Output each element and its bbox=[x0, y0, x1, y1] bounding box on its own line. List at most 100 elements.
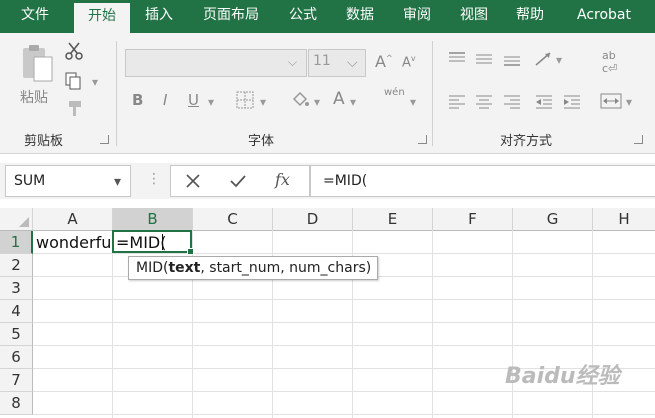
font-name-dropdown-icon[interactable]: ⌵ bbox=[288, 55, 297, 70]
tab-help[interactable]: 帮助 bbox=[507, 0, 553, 33]
row-header-1[interactable]: 1 bbox=[0, 231, 33, 254]
top-align-icon[interactable] bbox=[447, 51, 467, 67]
row-header-6[interactable]: 6 bbox=[0, 346, 33, 369]
tab-insert[interactable]: 插入 bbox=[136, 0, 182, 33]
phonetic-guide-icon[interactable]: wén bbox=[384, 87, 405, 98]
increase-font-icon[interactable]: A^ bbox=[375, 52, 393, 71]
cancel-icon[interactable] bbox=[185, 173, 201, 189]
column-header-h[interactable]: H bbox=[593, 208, 655, 231]
select-all-icon bbox=[19, 217, 29, 227]
formula-input[interactable]: =MID( bbox=[310, 165, 655, 197]
phonetic-dropdown-icon[interactable]: ▾ bbox=[410, 95, 416, 109]
orientation-dropdown-icon[interactable]: ▾ bbox=[556, 53, 562, 67]
name-box[interactable]: SUM ▾ bbox=[5, 165, 131, 197]
font-size-box[interactable]: 11 ⌵ bbox=[308, 49, 366, 77]
paste-label: 粘贴 bbox=[20, 90, 48, 106]
merge-dropdown-icon[interactable]: ▾ bbox=[626, 95, 632, 109]
font-color-icon[interactable]: A bbox=[333, 89, 345, 109]
fill-color-icon[interactable] bbox=[290, 90, 310, 110]
select-all-corner[interactable] bbox=[0, 208, 33, 231]
column-header-g[interactable]: G bbox=[513, 208, 593, 231]
row-header-4[interactable]: 4 bbox=[0, 300, 33, 323]
bold-icon[interactable]: B bbox=[132, 91, 143, 109]
group-divider bbox=[116, 41, 117, 146]
name-box-value: SUM bbox=[14, 173, 46, 189]
tooltip-func-name: MID( bbox=[136, 260, 169, 276]
tab-page-layout[interactable]: 页面布局 bbox=[192, 0, 270, 33]
font-group-label: 字体 bbox=[248, 134, 275, 149]
alignment-launcher-icon[interactable] bbox=[634, 135, 643, 144]
cut-icon[interactable] bbox=[64, 41, 84, 61]
orientation-icon[interactable] bbox=[533, 50, 555, 68]
row-header-2[interactable]: 2 bbox=[0, 254, 33, 277]
column-header-d[interactable]: D bbox=[273, 208, 353, 231]
gridline bbox=[33, 299, 655, 300]
cell-a1[interactable]: wonderful bbox=[36, 233, 116, 252]
bottom-align-icon[interactable] bbox=[502, 51, 522, 67]
tab-review[interactable]: 审阅 bbox=[394, 0, 440, 33]
ribbon: 粘贴 ▾ 剪贴板 ⌵ 11 ⌵ A^ Av B I U ▾ ▾ ▾ A ▾ wé… bbox=[0, 33, 655, 154]
wrap-text-icon[interactable]: ab c⏎ bbox=[602, 49, 617, 75]
borders-icon[interactable] bbox=[236, 91, 254, 109]
gridline bbox=[33, 391, 655, 392]
font-launcher-icon[interactable] bbox=[418, 135, 427, 144]
align-right-icon[interactable] bbox=[502, 93, 522, 109]
clipboard-launcher-icon[interactable] bbox=[100, 135, 109, 144]
underline-dropdown-icon[interactable]: ▾ bbox=[208, 95, 214, 109]
align-center-icon[interactable] bbox=[474, 93, 494, 109]
formula-bar-area: SUM ▾ ⋮ fx =MID( bbox=[0, 163, 655, 199]
middle-align-icon[interactable] bbox=[474, 51, 494, 67]
copy-icon[interactable] bbox=[64, 71, 86, 91]
enter-icon[interactable] bbox=[229, 173, 247, 189]
gridline bbox=[33, 414, 655, 415]
font-size-dropdown-icon[interactable]: ⌵ bbox=[347, 55, 358, 71]
column-header-a[interactable]: A bbox=[33, 208, 113, 231]
borders-dropdown-icon[interactable]: ▾ bbox=[260, 95, 266, 109]
gridline bbox=[112, 230, 113, 418]
column-header-f[interactable]: F bbox=[433, 208, 513, 231]
tooltip-current-arg[interactable]: text bbox=[168, 260, 200, 276]
align-left-icon[interactable] bbox=[447, 93, 467, 109]
text-cursor bbox=[162, 234, 163, 250]
name-box-dropdown-icon[interactable]: ▾ bbox=[114, 174, 121, 190]
column-header-e[interactable]: E bbox=[353, 208, 433, 231]
tab-file[interactable]: 文件 bbox=[6, 0, 64, 33]
row-header-8[interactable]: 8 bbox=[0, 392, 33, 415]
tab-home[interactable]: 开始 bbox=[74, 3, 130, 33]
tab-data[interactable]: 数据 bbox=[336, 0, 384, 33]
insert-function-icon[interactable]: fx bbox=[275, 170, 290, 189]
copy-dropdown-icon[interactable]: ▾ bbox=[92, 75, 98, 89]
cell-b1-active[interactable]: =MID( bbox=[112, 230, 194, 255]
merge-center-icon[interactable] bbox=[600, 92, 622, 110]
column-header-b[interactable]: B bbox=[113, 208, 193, 232]
paste-button[interactable]: 粘贴 bbox=[18, 41, 58, 111]
gridline bbox=[33, 322, 655, 323]
font-name-box[interactable]: ⌵ bbox=[125, 49, 307, 77]
tab-formulas[interactable]: 公式 bbox=[279, 0, 327, 33]
watermark: Baidu经验 bbox=[505, 364, 620, 389]
formula-buttons: fx bbox=[170, 165, 310, 197]
clipboard-group-label: 剪贴板 bbox=[24, 134, 64, 149]
row-header-3[interactable]: 3 bbox=[0, 277, 33, 300]
formula-input-value: =MID( bbox=[323, 173, 368, 189]
fill-handle[interactable] bbox=[187, 248, 194, 255]
formula-bar-grip-icon: ⋮ bbox=[147, 171, 161, 187]
font-color-dropdown-icon[interactable]: ▾ bbox=[350, 95, 356, 109]
italic-icon[interactable]: I bbox=[163, 91, 167, 109]
alignment-group-label: 对齐方式 bbox=[500, 134, 553, 149]
column-header-c[interactable]: C bbox=[193, 208, 273, 231]
row-header-5[interactable]: 5 bbox=[0, 323, 33, 346]
gridline bbox=[33, 253, 655, 254]
increase-indent-icon[interactable] bbox=[562, 93, 582, 109]
tab-acrobat[interactable]: Acrobat bbox=[566, 0, 642, 33]
decrease-indent-icon[interactable] bbox=[534, 93, 554, 109]
cell-b1-value: =MID( bbox=[116, 233, 167, 252]
underline-icon[interactable]: U bbox=[188, 91, 199, 109]
tab-view[interactable]: 视图 bbox=[451, 0, 497, 33]
decrease-font-icon[interactable]: Av bbox=[402, 54, 416, 70]
fill-color-dropdown-icon[interactable]: ▾ bbox=[314, 95, 320, 109]
row-header-7[interactable]: 7 bbox=[0, 369, 33, 392]
group-divider bbox=[432, 41, 433, 146]
function-tooltip[interactable]: MID(text, start_num, num_chars) bbox=[128, 256, 378, 280]
format-painter-icon[interactable] bbox=[64, 99, 84, 119]
